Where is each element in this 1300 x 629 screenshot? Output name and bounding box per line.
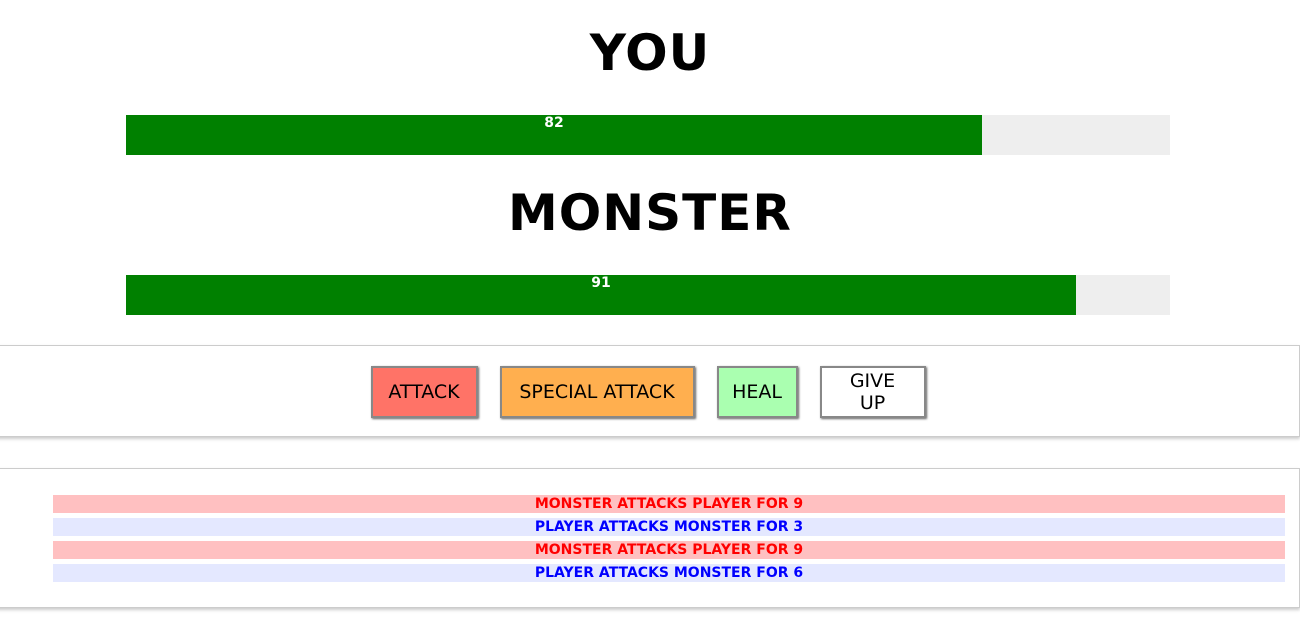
log-entry: MONSTER ATTACKS PLAYER FOR 9 xyxy=(53,541,1285,559)
give-up-button[interactable]: GIVE UP xyxy=(819,366,926,418)
player-health-fill: 82 xyxy=(126,115,983,155)
player-health-value: 82 xyxy=(544,115,564,131)
battle-log: MONSTER ATTACKS PLAYER FOR 9 PLAYER ATTA… xyxy=(53,495,1285,587)
log-entry: MONSTER ATTACKS PLAYER FOR 9 xyxy=(53,495,1285,513)
monster-title: MONSTER xyxy=(508,184,792,242)
monster-health-value: 91 xyxy=(591,275,611,291)
action-buttons: ATTACK SPECIAL ATTACK HEAL GIVE UP xyxy=(0,366,1299,418)
heal-button[interactable]: HEAL xyxy=(716,366,798,418)
log-entry: PLAYER ATTACKS MONSTER FOR 3 xyxy=(53,518,1285,536)
attack-button[interactable]: ATTACK xyxy=(370,366,478,418)
player-title: YOU xyxy=(589,24,711,82)
monster-health-bar: 91 xyxy=(126,275,1170,315)
controls-panel: ATTACK SPECIAL ATTACK HEAL GIVE UP xyxy=(0,345,1300,437)
monster-health-fill: 91 xyxy=(126,275,1077,315)
battle-log-panel: MONSTER ATTACKS PLAYER FOR 9 PLAYER ATTA… xyxy=(0,468,1300,608)
player-health-bar: 82 xyxy=(126,115,1170,155)
log-entry: PLAYER ATTACKS MONSTER FOR 6 xyxy=(53,564,1285,582)
special-attack-button[interactable]: SPECIAL ATTACK xyxy=(499,366,695,418)
